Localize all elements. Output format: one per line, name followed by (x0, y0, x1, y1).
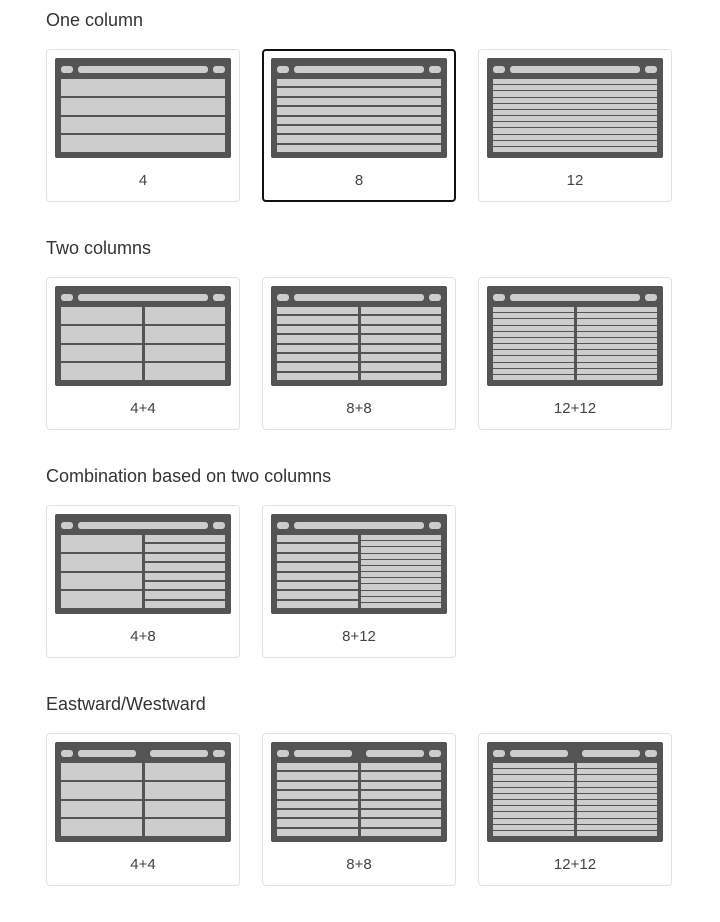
layout-option-card[interactable]: 4+8 (46, 505, 240, 658)
thumb-body (61, 79, 225, 152)
layout-option-card[interactable]: 8+8 (262, 733, 456, 886)
layout-option-card[interactable]: 8+12 (262, 505, 456, 658)
layout-option-label: 8+8 (346, 400, 371, 417)
section-title: Eastward/Westward (46, 694, 674, 715)
thumb-body (277, 307, 441, 380)
thumb-column (361, 763, 442, 836)
layout-option-card[interactable]: 12+12 (478, 733, 672, 886)
layout-thumbnail (487, 742, 663, 842)
thumb-column (277, 763, 358, 836)
thumb-body (61, 763, 225, 836)
card-row: 4+4 8+8 12+12 (46, 733, 674, 886)
thumb-body (61, 307, 225, 380)
thumb-header (61, 520, 225, 530)
thumb-header (493, 64, 657, 74)
thumb-column (145, 307, 226, 380)
thumb-column (277, 535, 358, 608)
layout-option-label: 12 (567, 172, 584, 189)
section-title: Combination based on two columns (46, 466, 674, 487)
layout-thumbnail (55, 58, 231, 158)
layout-option-label: 4+4 (130, 856, 155, 873)
thumb-body (493, 763, 657, 836)
thumb-column (61, 763, 142, 836)
layout-thumbnail (55, 286, 231, 386)
thumb-body (277, 535, 441, 608)
thumb-column (577, 763, 658, 836)
thumb-column (61, 79, 225, 152)
layout-option-card[interactable]: 12 (478, 49, 672, 202)
thumb-body (61, 535, 225, 608)
thumb-column (145, 763, 226, 836)
layout-option-card[interactable]: 4+4 (46, 277, 240, 430)
layout-thumbnail (55, 514, 231, 614)
thumb-header (277, 520, 441, 530)
thumb-body (493, 79, 657, 152)
thumb-column (61, 307, 142, 380)
thumb-header (277, 748, 441, 758)
thumb-header (277, 292, 441, 302)
layout-option-label: 4+4 (130, 400, 155, 417)
layout-option-card[interactable]: 4+4 (46, 733, 240, 886)
thumb-header (61, 748, 225, 758)
thumb-column (493, 79, 657, 152)
thumb-column (361, 307, 442, 380)
layout-picker: One column 4 8 12 Two columns 4+4 8+8 12+12 Comb… (0, 0, 720, 886)
layout-option-label: 8 (355, 172, 363, 189)
card-row: 4 8 12 (46, 49, 674, 202)
thumb-column (61, 535, 142, 608)
layout-option-label: 12+12 (554, 400, 596, 417)
layout-thumbnail (55, 742, 231, 842)
section-title: Two columns (46, 238, 674, 259)
layout-thumbnail (271, 58, 447, 158)
thumb-body (277, 79, 441, 152)
layout-thumbnail (487, 286, 663, 386)
thumb-header (493, 748, 657, 758)
layout-option-label: 8+8 (346, 856, 371, 873)
layout-option-card[interactable]: 8+8 (262, 277, 456, 430)
layout-option-card[interactable]: 12+12 (478, 277, 672, 430)
thumb-column (145, 535, 226, 608)
thumb-column (277, 307, 358, 380)
thumb-column (361, 535, 442, 608)
layout-option-label: 12+12 (554, 856, 596, 873)
layout-thumbnail (271, 286, 447, 386)
thumb-header (277, 64, 441, 74)
card-row: 4+8 8+12 (46, 505, 674, 658)
layout-thumbnail (271, 742, 447, 842)
thumb-column (277, 79, 441, 152)
thumb-column (577, 307, 658, 380)
thumb-column (493, 307, 574, 380)
thumb-body (277, 763, 441, 836)
layout-option-card[interactable]: 8 (262, 49, 456, 202)
layout-thumbnail (487, 58, 663, 158)
thumb-header (61, 292, 225, 302)
layout-option-card[interactable]: 4 (46, 49, 240, 202)
card-row: 4+4 8+8 12+12 (46, 277, 674, 430)
section-title: One column (46, 10, 674, 31)
thumb-header (61, 64, 225, 74)
layout-thumbnail (271, 514, 447, 614)
layout-option-label: 4 (139, 172, 147, 189)
thumb-column (493, 763, 574, 836)
thumb-body (493, 307, 657, 380)
layout-option-label: 4+8 (130, 628, 155, 645)
layout-option-label: 8+12 (342, 628, 376, 645)
thumb-header (493, 292, 657, 302)
